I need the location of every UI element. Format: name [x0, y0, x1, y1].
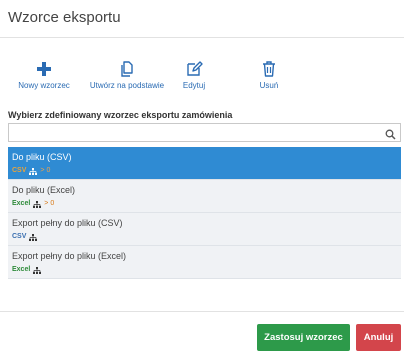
list-item[interactable]: Export pełny do pliku (Excel) Excel: [8, 246, 401, 279]
edit-icon: [184, 60, 204, 78]
rule-value: > 0: [44, 200, 55, 207]
edit-button[interactable]: Edytuj: [177, 60, 211, 90]
create-from-button[interactable]: Utwórz na podstawie: [87, 60, 167, 90]
hierarchy-icon: [29, 167, 40, 175]
list-item[interactable]: Export pełny do pliku (CSV) CSV: [8, 213, 401, 246]
footer-divider: [0, 311, 404, 312]
template-list: Do pliku (CSV) CSV > 0 Do pliku (Excel) Exce…: [8, 147, 401, 279]
list-item[interactable]: Do pliku (Excel) Excel > 0: [8, 180, 401, 213]
format-badge: Excel: [12, 266, 31, 273]
cancel-button[interactable]: Anuluj: [356, 324, 401, 351]
search-icon[interactable]: [385, 127, 396, 140]
choose-template-prompt: Wybierz zdefiniowany wzorzec eksportu za…: [8, 110, 233, 120]
format-badge: Excel: [12, 200, 31, 207]
delete-label: Usuń: [259, 81, 279, 90]
header-divider: [0, 37, 404, 38]
new-template-button[interactable]: Nowy wzorzec: [18, 60, 70, 90]
hierarchy-icon: [33, 200, 44, 208]
rule-value: > 0: [40, 167, 51, 174]
template-name: Export pełny do pliku (Excel): [12, 251, 127, 261]
search-input[interactable]: [9, 124, 379, 141]
export-templates-dialog: Wzorce eksportu Nowy wzorzec Utwórz na p…: [0, 0, 404, 354]
edit-label: Edytuj: [182, 81, 206, 90]
hierarchy-icon: [33, 266, 44, 274]
template-meta: Excel: [12, 266, 397, 274]
hierarchy-icon: [29, 233, 40, 241]
template-meta: CSV: [12, 233, 397, 241]
template-meta: Excel > 0: [12, 200, 397, 208]
toolbar: Nowy wzorzec Utwórz na podstawie Edytuj …: [0, 60, 404, 94]
template-name: Export pełny do pliku (CSV): [12, 218, 123, 228]
dialog-title: Wzorce eksportu: [8, 9, 121, 26]
template-name: Do pliku (CSV): [12, 152, 72, 162]
new-template-label: Nowy wzorzec: [18, 81, 70, 90]
delete-button[interactable]: Usuń: [252, 60, 286, 90]
template-meta: CSV > 0: [12, 167, 397, 175]
apply-template-button[interactable]: Zastosuj wzorzec: [257, 324, 350, 351]
create-from-label: Utwórz na podstawie: [89, 81, 165, 90]
search-box: [8, 123, 401, 142]
format-badge: CSV: [12, 167, 27, 174]
plus-icon: [34, 60, 54, 78]
copy-icon: [117, 60, 137, 78]
format-badge: CSV: [12, 233, 27, 240]
trash-icon: [259, 60, 279, 78]
list-item[interactable]: Do pliku (CSV) CSV > 0: [8, 147, 401, 180]
template-name: Do pliku (Excel): [12, 185, 76, 195]
